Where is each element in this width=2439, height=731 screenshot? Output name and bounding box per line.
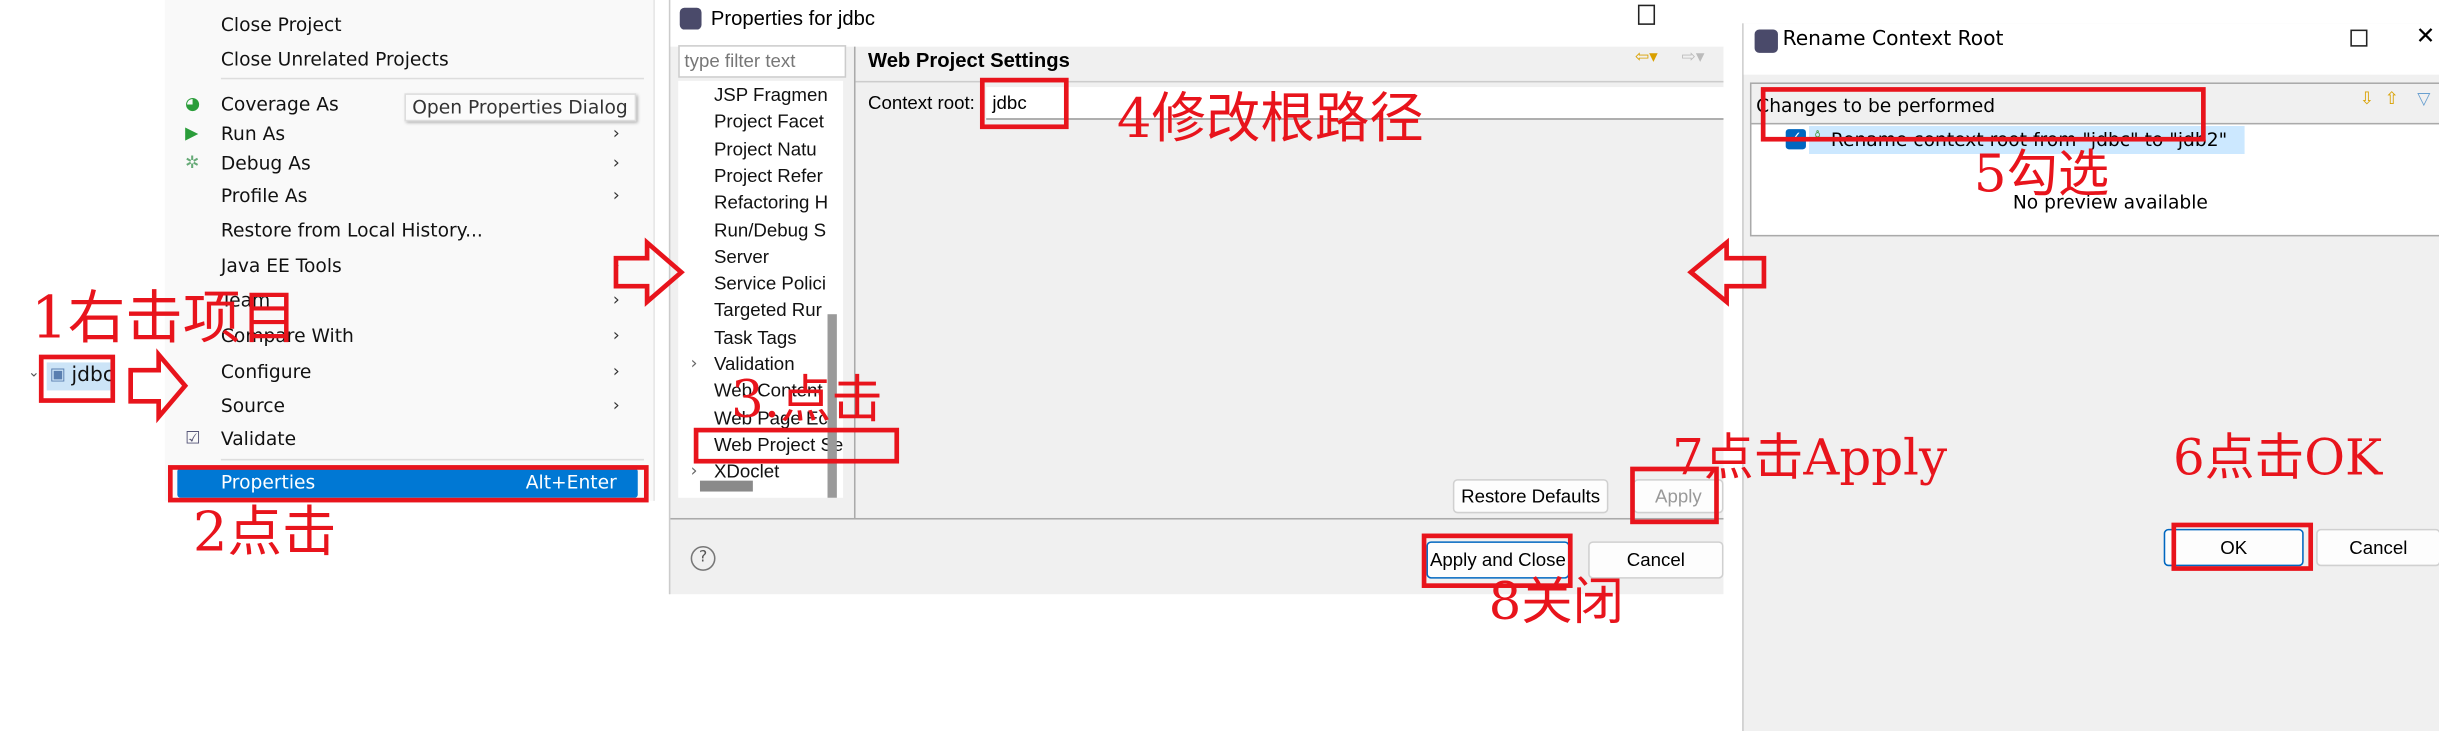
filter-placeholder: type filter text bbox=[684, 49, 796, 72]
tree-item[interactable]: Project Facet bbox=[714, 111, 824, 133]
next-change-icon[interactable]: ⇩ bbox=[2360, 89, 2374, 109]
annotation-step4: 4修改根路径 bbox=[1116, 88, 1424, 151]
chevron-right-icon: › bbox=[612, 185, 620, 206]
cancel-button[interactable]: Cancel bbox=[2316, 528, 2439, 567]
forward-arrow-icon[interactable]: ⇨▾ bbox=[1681, 47, 1704, 67]
dialog-title: Rename Context Root bbox=[1782, 27, 2004, 52]
arrow-right-icon bbox=[128, 348, 189, 424]
close-button[interactable]: ✕ bbox=[2416, 22, 2436, 50]
chevron-right-icon: › bbox=[612, 152, 620, 173]
screenshot-stage: ⌄ ▣ jdbc Close Project Close Unrelated P… bbox=[0, 0, 2439, 731]
highlight-box-web-project-settings bbox=[693, 427, 900, 464]
menu-item-configure[interactable]: Configure bbox=[221, 361, 311, 383]
menu-item-java-ee-tools[interactable]: Java EE Tools bbox=[221, 255, 342, 277]
dialog-title: Properties for jdbc bbox=[710, 6, 875, 30]
tree-item[interactable]: Server bbox=[714, 245, 769, 267]
annotation-step8: 8关闭 bbox=[1488, 570, 1624, 632]
tree-item[interactable]: Service Polici bbox=[714, 272, 826, 294]
help-icon[interactable]: ? bbox=[690, 545, 716, 571]
menu-item-restore-history[interactable]: Restore from Local History... bbox=[221, 219, 483, 241]
chevron-right-icon: › bbox=[612, 325, 620, 346]
footer-divider bbox=[670, 517, 1724, 520]
tree-horizontal-scrollbar[interactable] bbox=[699, 480, 753, 492]
checkbox-icon: ☑ bbox=[185, 427, 201, 448]
debug-icon: ✲ bbox=[185, 152, 200, 173]
arrow-left-icon bbox=[1687, 237, 1767, 307]
run-icon: ▶ bbox=[185, 122, 199, 144]
tree-item[interactable]: Project Refer bbox=[714, 165, 823, 187]
menu-item-debug-as[interactable]: Debug As bbox=[221, 152, 311, 174]
expand-chevron-icon[interactable]: › bbox=[691, 353, 698, 373]
highlight-box-ok bbox=[2171, 522, 2314, 571]
tooltip: Open Properties Dialog bbox=[404, 93, 636, 122]
highlight-box-properties bbox=[167, 465, 649, 503]
chevron-right-icon: › bbox=[612, 360, 620, 382]
back-arrow-icon[interactable]: ⇦▾ bbox=[1635, 47, 1658, 67]
chevron-right-icon: › bbox=[612, 122, 620, 144]
annotation-step2: 2点击 bbox=[192, 502, 337, 565]
tree-item[interactable]: Targeted Rur bbox=[714, 299, 822, 321]
annotation-step7: 7点击Apply bbox=[1672, 427, 1948, 487]
highlight-box-context-root bbox=[979, 77, 1069, 130]
annotation-step1: 1右击项目 bbox=[31, 284, 298, 352]
page-title: Web Project Settings bbox=[867, 48, 1070, 72]
context-menu: Close Project Close Unrelated Projects ◕… bbox=[164, 0, 655, 501]
menu-item-source[interactable]: Source bbox=[221, 395, 285, 417]
menu-separator bbox=[220, 458, 644, 461]
expand-chevron-icon[interactable]: › bbox=[691, 461, 698, 481]
arrow-right-icon bbox=[613, 237, 685, 307]
context-root-label: Context root: bbox=[867, 91, 975, 114]
annotation-step6: 6点击OK bbox=[2173, 427, 2383, 487]
menu-item-close-unrelated[interactable]: Close Unrelated Projects bbox=[221, 48, 449, 70]
tree-item[interactable]: Task Tags bbox=[714, 326, 797, 348]
annotation-step5: 5勾选 bbox=[1973, 143, 2110, 204]
maximize-button[interactable] bbox=[1637, 4, 1656, 25]
menu-item-profile-as[interactable]: Profile As bbox=[221, 185, 307, 207]
tree-item[interactable]: Project Natu bbox=[714, 138, 817, 160]
tooltip-text: Open Properties Dialog bbox=[412, 96, 628, 119]
eclipse-icon bbox=[1754, 29, 1778, 53]
dialog-titlebar: Rename Context Root ✕ bbox=[1743, 22, 2439, 75]
tree-item[interactable]: Refactoring H bbox=[714, 192, 828, 214]
chevron-right-icon: › bbox=[612, 395, 620, 416]
tree-item[interactable]: Run/Debug S bbox=[714, 219, 826, 241]
menu-separator bbox=[220, 77, 644, 80]
eclipse-icon bbox=[679, 7, 702, 30]
maximize-button[interactable] bbox=[2350, 29, 2368, 47]
annotation-step3: 3.点击 bbox=[731, 368, 883, 430]
coverage-icon: ◕ bbox=[185, 93, 201, 114]
menu-item-coverage-as[interactable]: Coverage As bbox=[221, 93, 339, 115]
menu-item-close-project[interactable]: Close Project bbox=[221, 14, 342, 36]
filter-input[interactable]: type filter text bbox=[678, 45, 847, 78]
filter-icon[interactable]: ▽ bbox=[2417, 89, 2430, 109]
menu-item-run-as[interactable]: Run As bbox=[221, 123, 285, 145]
highlight-box-project bbox=[38, 354, 116, 403]
dialog-titlebar: Properties for jdbc bbox=[670, 0, 1724, 47]
restore-defaults-button[interactable]: Restore Defaults bbox=[1452, 479, 1609, 514]
tree-item[interactable]: JSP Fragmen bbox=[714, 84, 828, 106]
menu-item-validate[interactable]: Validate bbox=[221, 428, 296, 450]
previous-change-icon[interactable]: ⇧ bbox=[2385, 89, 2399, 109]
tree-item[interactable]: XDoclet bbox=[714, 461, 779, 483]
highlight-box-change-item bbox=[1760, 87, 2206, 142]
